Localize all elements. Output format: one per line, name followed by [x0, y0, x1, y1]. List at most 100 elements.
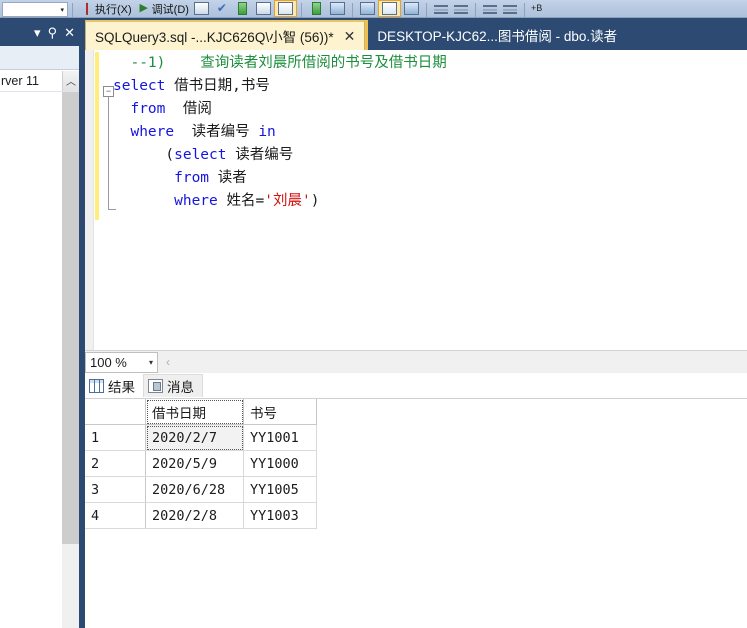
client-statistics-icon	[329, 2, 345, 15]
code-token-id: 借书日期,书号	[165, 78, 270, 94]
code-line: where 姓名='刘晨')	[113, 190, 447, 213]
cell-borrow-date[interactable]: 2020/2/8	[145, 502, 244, 529]
toolbar-separator-3	[351, 3, 353, 17]
chevron-left-icon[interactable]: ‹	[166, 355, 170, 369]
toolbar-increase-indent-button[interactable]	[500, 0, 520, 17]
results-grid-body: 1 2020/2/7 YY1001 2 2020/5/9 YY1000 3 2020/6/28…	[85, 424, 317, 529]
outline-guide-line	[108, 97, 109, 209]
table-row[interactable]: 4 2020/2/8 YY1003	[85, 502, 317, 529]
toolbar-results-to-grid2-button[interactable]	[377, 0, 401, 17]
message-icon	[148, 379, 163, 393]
panel-scrollbar-thumb[interactable]	[62, 92, 79, 544]
toolbar-debug-label: 调试(D)	[151, 3, 189, 16]
cell-borrow-date[interactable]: 2020/6/28	[145, 476, 244, 503]
tab-sqlquery3-label: SQLQuery3.sql -...KJC626Q\小智 (56))*	[95, 30, 334, 45]
row-number[interactable]: 1	[85, 424, 146, 451]
toolbar-stop-button[interactable]	[191, 0, 212, 17]
uncomment-icon	[453, 3, 468, 15]
editor-code-text: --1) 查询读者刘晨所借阅的书号及借书日期 select 借书日期,书号 fro…	[113, 52, 447, 213]
chevron-down-icon[interactable]: ▾	[34, 26, 41, 39]
toolbar-parse-button[interactable]: ✔	[212, 0, 232, 17]
column-header[interactable]: 书号	[243, 399, 317, 425]
toolbar-debug-button[interactable]: ▶ 调试(D)	[134, 0, 191, 17]
code-token-key: from	[113, 170, 210, 186]
stop-square-icon	[193, 2, 209, 15]
cell-borrow-date[interactable]: 2020/5/9	[145, 450, 244, 477]
tab-dbo-reader[interactable]: DESKTOP-KJC62...图书借阅 - dbo.读者	[365, 20, 627, 50]
code-token-id: 读者编号	[174, 124, 259, 140]
toolbar-results-to-file-button[interactable]	[401, 0, 422, 17]
close-icon[interactable]: ✕	[344, 28, 356, 45]
code-line: where 读者编号 in	[113, 121, 447, 144]
toolbar-decrease-indent-button[interactable]	[480, 0, 500, 17]
table-row[interactable]: 1 2020/2/7 YY1001	[85, 424, 317, 451]
toolbar-comment-button[interactable]	[431, 0, 451, 17]
column-header[interactable]	[85, 399, 146, 425]
toolbar-query-options-button[interactable]	[253, 0, 274, 17]
results-grid2-icon	[381, 2, 397, 15]
document-tab-strip: SQLQuery3.sql -...KJC626Q\小智 (56))* ✕ DE…	[85, 18, 747, 50]
row-number[interactable]: 3	[85, 476, 146, 503]
toolbar-results-to-grid-button[interactable]	[273, 0, 297, 17]
column-header[interactable]: 借书日期	[145, 399, 244, 425]
editor-selection-margin	[85, 50, 94, 350]
object-explorer-tree[interactable]	[0, 92, 79, 628]
chevron-up-icon[interactable]: ︿	[62, 70, 79, 91]
toolbar-client-statistics-button[interactable]	[327, 0, 348, 17]
toolbar-execute-label: 执行(X)	[95, 3, 132, 16]
zoom-level-combo[interactable]: 100 % ▾	[85, 351, 158, 373]
toolbar-database-combo[interactable]: ▾	[2, 2, 68, 17]
query-options-icon	[255, 2, 271, 15]
cell-book-id[interactable]: YY1005	[243, 476, 317, 503]
cell-borrow-date[interactable]: 2020/2/7	[145, 424, 244, 451]
row-number[interactable]: 2	[85, 450, 146, 477]
code-line: (select 读者编号	[113, 144, 447, 167]
table-header-row: 借书日期 书号	[85, 399, 317, 425]
sql-editor[interactable]: − --1) 查询读者刘晨所借阅的书号及借书日期 select 借书日期,书号 f…	[85, 50, 747, 350]
editor-zoom-bar: 100 % ▾ ‹	[85, 350, 747, 373]
code-token-key: select	[113, 78, 166, 94]
tab-sqlquery3[interactable]: SQLQuery3.sql -...KJC626Q\小智 (56))* ✕	[85, 20, 366, 50]
toolbar-bookmark-button[interactable]: +B	[529, 0, 544, 17]
pin-icon[interactable]: ⚲	[48, 26, 58, 39]
code-token-id: 姓名=	[217, 193, 265, 209]
play-icon: ▶	[139, 2, 148, 14]
results-grid-icon	[277, 2, 293, 15]
tab-messages[interactable]: 消息	[143, 374, 203, 397]
stop-icon: ❙	[81, 1, 93, 15]
table-row[interactable]: 2 2020/5/9 YY1000	[85, 450, 317, 477]
code-token-key: where	[113, 124, 175, 140]
results-grid-wrapper: 借书日期 书号 1 2020/2/7 YY1001 2 2020/5/9 YY1000 3 20…	[85, 398, 747, 529]
chevron-down-icon: ▾	[148, 357, 153, 367]
toolbar-execute-button[interactable]: ❙ 执行(X)	[77, 0, 134, 17]
toolbar-uncomment-button[interactable]	[451, 0, 471, 17]
editor-change-bar	[95, 52, 99, 220]
code-token-key: select	[174, 147, 227, 163]
code-token-key: in	[258, 124, 276, 140]
row-number[interactable]: 4	[85, 502, 146, 529]
results-grid[interactable]: 借书日期 书号 1 2020/2/7 YY1001 2 2020/5/9 YY1000 3 20…	[85, 399, 317, 529]
panel-scrollbar[interactable]	[62, 92, 79, 628]
tab-results-label: 结果	[108, 379, 135, 395]
server-connection-combo[interactable]: rver 11 ︿	[0, 70, 79, 92]
toolbar-results-to-text-button[interactable]	[357, 0, 378, 17]
toolbar-estimated-plan-button[interactable]	[232, 0, 253, 17]
toolbar-separator-2	[300, 3, 302, 17]
results-grid-header: 借书日期 书号	[85, 399, 317, 425]
tab-results[interactable]: 结果	[85, 374, 143, 397]
close-icon[interactable]: ✕	[64, 26, 75, 39]
code-line: from 借阅	[113, 98, 447, 121]
code-line: select 借书日期,书号	[113, 75, 447, 98]
results-file-icon	[403, 2, 419, 15]
grid-icon	[89, 378, 104, 393]
cell-book-id[interactable]: YY1000	[243, 450, 317, 477]
code-line: from 读者	[113, 167, 447, 190]
comment-icon	[433, 3, 448, 15]
check-icon: ✔	[216, 1, 227, 15]
cell-book-id[interactable]: YY1003	[243, 502, 317, 529]
toolbar-actual-plan-button[interactable]	[306, 0, 327, 17]
table-row[interactable]: 3 2020/6/28 YY1005	[85, 476, 317, 503]
code-token-key: where	[113, 193, 218, 209]
code-line: --1) 查询读者刘晨所借阅的书号及借书日期	[113, 52, 446, 75]
cell-book-id[interactable]: YY1001	[243, 424, 317, 451]
